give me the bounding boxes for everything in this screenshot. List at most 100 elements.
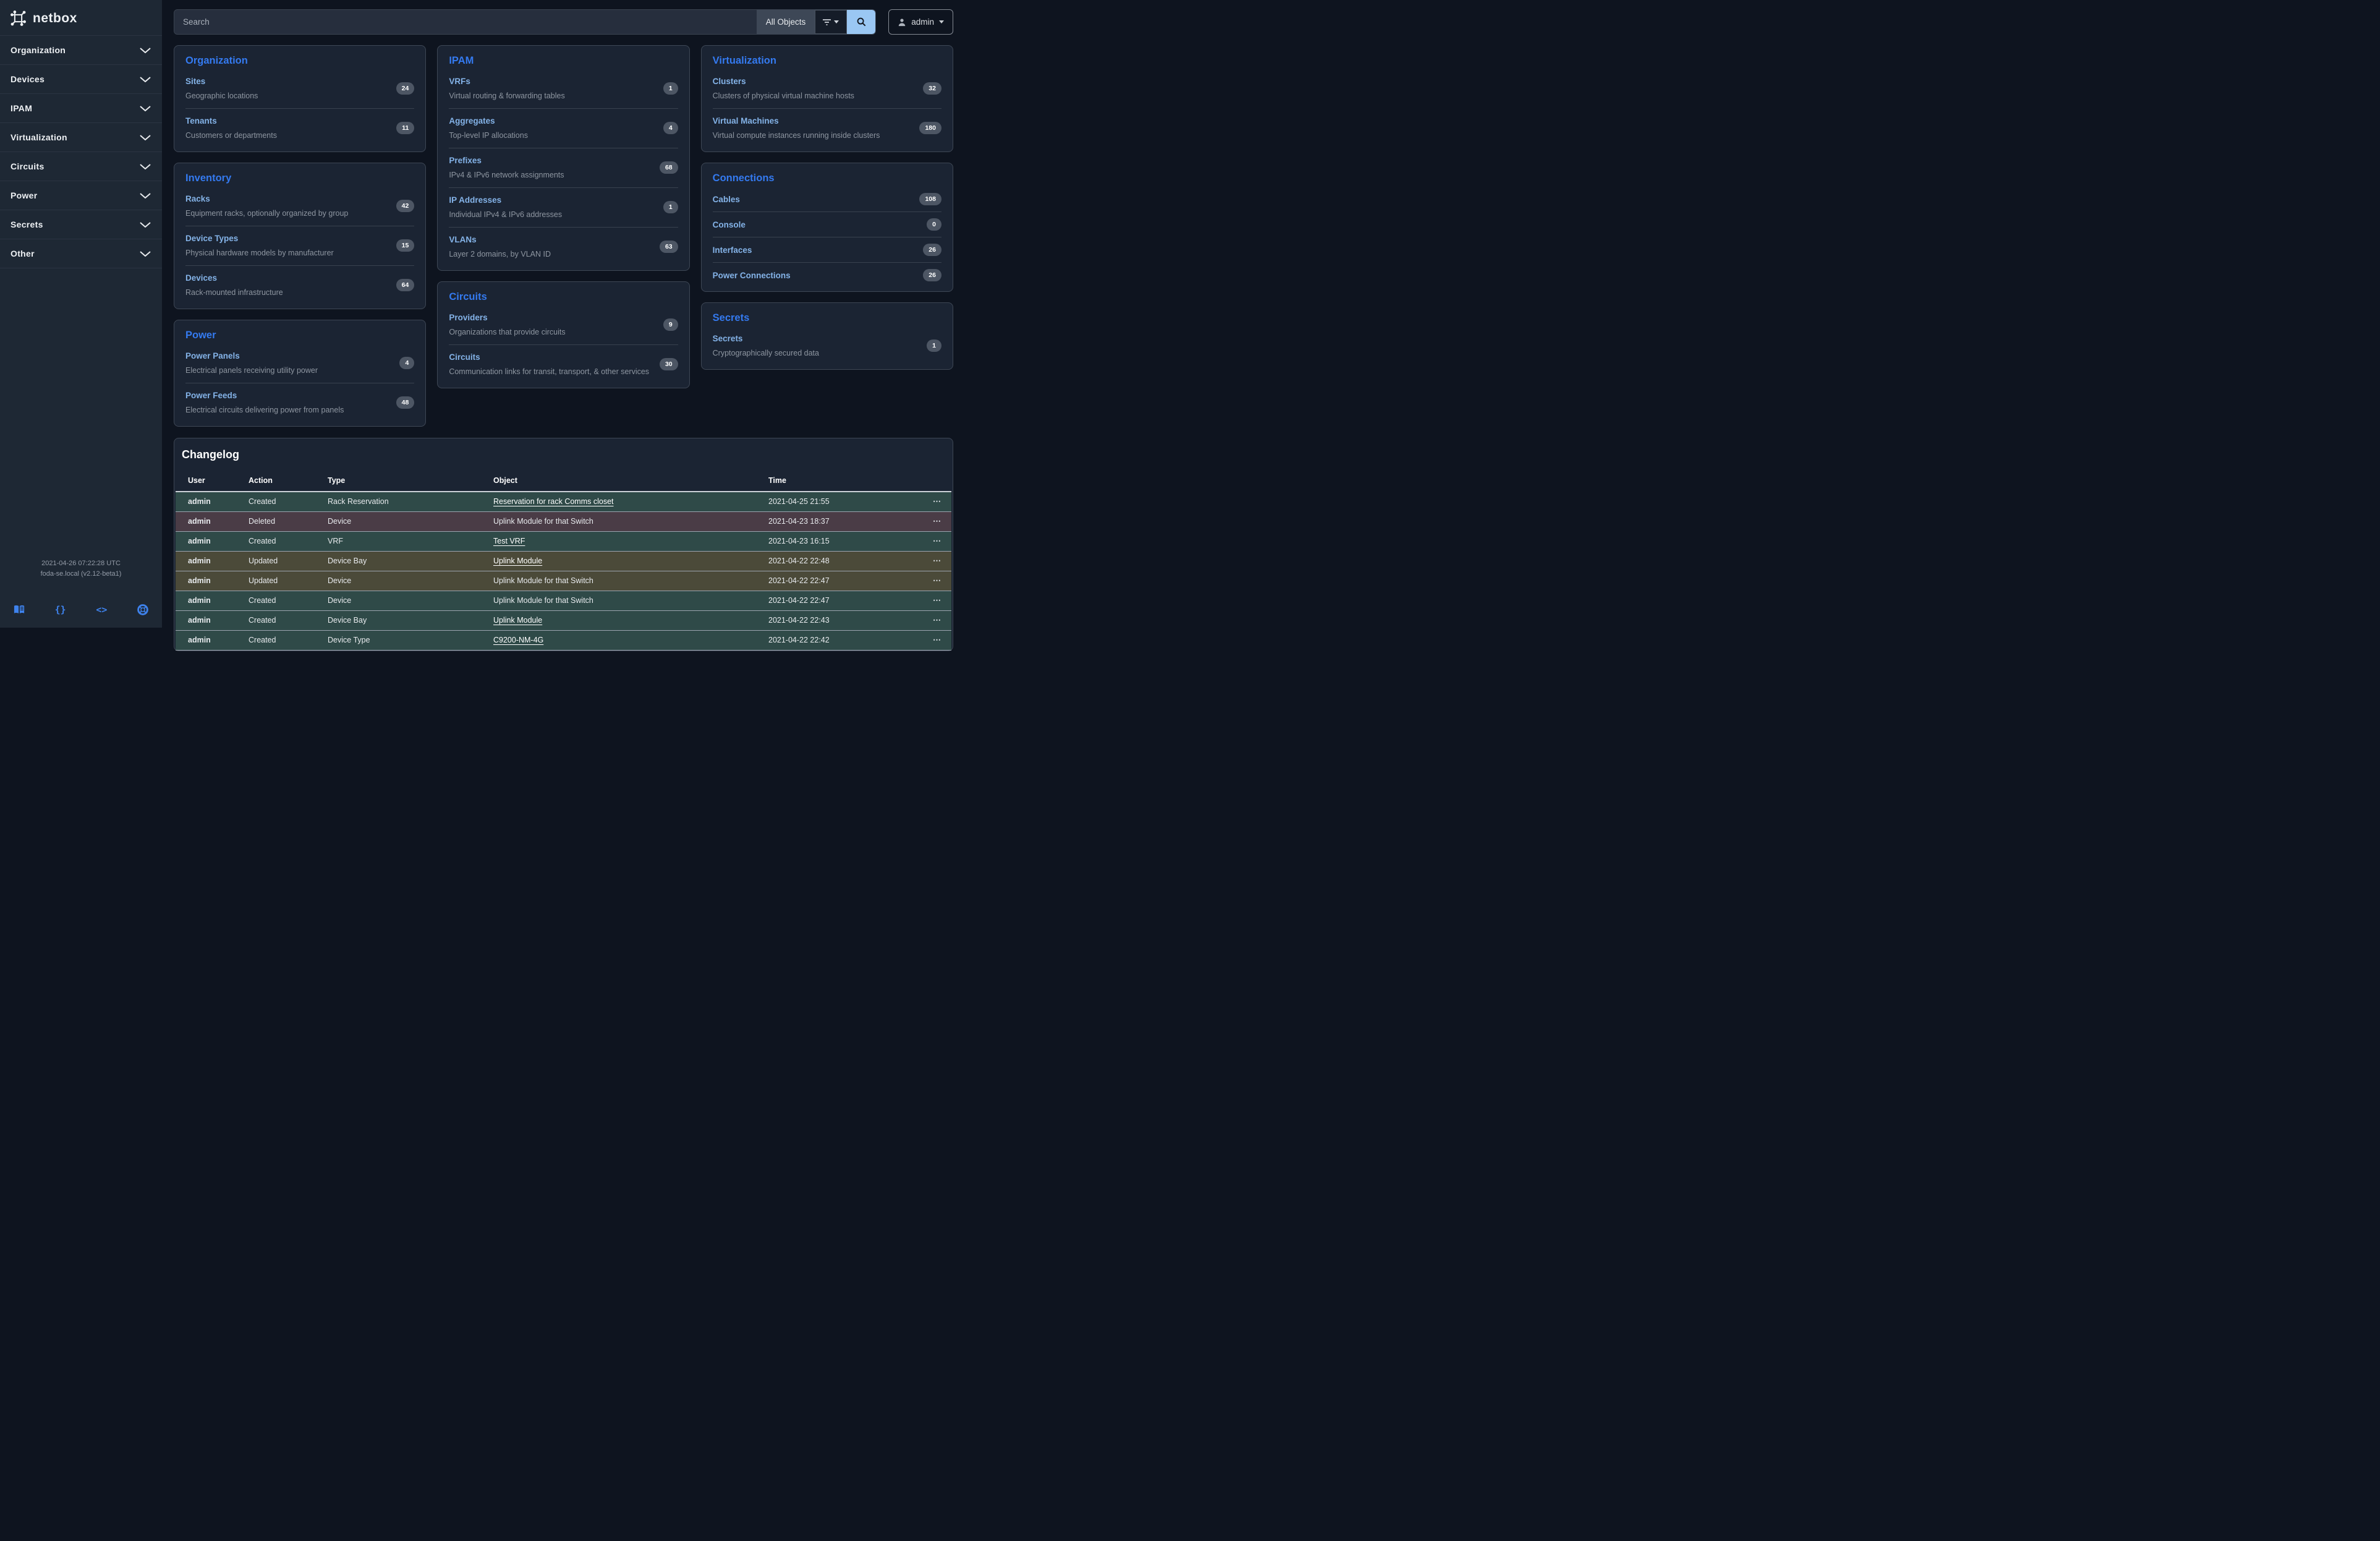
item-link[interactable]: Providers [449, 313, 487, 322]
caret-down-icon [834, 20, 839, 23]
col-header-actions [917, 471, 951, 492]
sidebar-item-ipam[interactable]: IPAM [0, 94, 162, 123]
help-lifering-icon[interactable] [137, 604, 148, 615]
item-link[interactable]: VRFs [449, 77, 470, 86]
row-menu-icon[interactable]: ⋯ [933, 615, 941, 625]
chevron-down-icon [140, 77, 151, 82]
item-link[interactable]: Sites [185, 77, 205, 86]
item-link[interactable]: VLANs [449, 235, 476, 244]
item-device-types: Device Types Physical hardware models by… [185, 226, 414, 266]
item-link[interactable]: Aggregates [449, 116, 495, 126]
object-link[interactable]: C9200-NM-4G [493, 636, 543, 644]
item-link[interactable]: Device Types [185, 234, 238, 243]
item-link[interactable]: IP Addresses [449, 195, 501, 205]
item-link[interactable]: Racks [185, 194, 210, 203]
search-button[interactable] [847, 10, 875, 34]
item-count-badge: 4 [663, 122, 678, 134]
item-link[interactable]: Interfaces [713, 245, 752, 255]
search-group: All Objects [174, 9, 876, 35]
object-link[interactable]: Reservation for rack Comms closet [493, 497, 614, 506]
item-desc: Electrical circuits delivering power fro… [185, 406, 344, 414]
row-menu-icon[interactable]: ⋯ [933, 536, 941, 545]
sidebar-nav: Organization Devices IPAM Virtualization… [0, 35, 162, 268]
item-count-badge: 26 [923, 269, 941, 281]
sidebar-item-circuits[interactable]: Circuits [0, 152, 162, 181]
card-title: Power [185, 330, 414, 341]
item-desc: Virtual compute instances running inside… [713, 131, 880, 140]
cell-type: Rack Reservation [323, 492, 488, 511]
item-link[interactable]: Devices [185, 273, 217, 283]
changelog-row: admin Updated Device Uplink Module for t… [176, 571, 951, 591]
cell-type: Device Type [323, 630, 488, 650]
item-vrfs: VRFs Virtual routing & forwarding tables… [449, 69, 678, 109]
item-count-badge: 11 [396, 122, 414, 134]
item-desc: IPv4 & IPv6 network assignments [449, 171, 564, 179]
cell-action: Created [244, 610, 323, 630]
changelog-row: admin Updated Device Bay Uplink Module 2… [176, 551, 951, 571]
item-link[interactable]: Console [713, 220, 746, 229]
item-count-badge: 26 [923, 244, 941, 256]
sidebar-item-label: Secrets [11, 220, 43, 229]
chevron-down-icon [140, 251, 151, 257]
item-link[interactable]: Power Panels [185, 351, 240, 361]
object-link[interactable]: Test VRF [493, 537, 525, 545]
row-menu-icon[interactable]: ⋯ [933, 635, 941, 644]
row-menu-icon[interactable]: ⋯ [933, 556, 941, 565]
card-organization: Organization Sites Geographic locations … [174, 45, 426, 152]
item-link[interactable]: Clusters [713, 77, 746, 86]
col-header-object: Object [488, 471, 763, 492]
brand-home-link[interactable]: netbox [0, 0, 162, 35]
object-link[interactable]: Uplink Module [493, 616, 542, 625]
caret-down-icon [939, 20, 944, 23]
sidebar-item-organization[interactable]: Organization [0, 35, 162, 65]
cell-user: admin [176, 492, 244, 511]
sidebar-item-secrets[interactable]: Secrets [0, 210, 162, 239]
docs-book-icon[interactable] [14, 605, 25, 615]
cell-user: admin [176, 571, 244, 591]
item-count-badge: 63 [660, 241, 678, 253]
item-link[interactable]: Power Connections [713, 271, 791, 280]
item-count-badge: 68 [660, 161, 678, 174]
item-ip-addresses: IP Addresses Individual IPv4 & IPv6 addr… [449, 188, 678, 228]
row-menu-icon[interactable]: ⋯ [933, 595, 941, 605]
card-title: Inventory [185, 173, 414, 184]
changelog-row: admin Created Rack Reservation Reservati… [176, 492, 951, 511]
item-link[interactable]: Cables [713, 195, 740, 204]
item-aggregates: Aggregates Top-level IP allocations 4 [449, 109, 678, 148]
user-menu-button[interactable]: admin [888, 9, 953, 35]
search-input[interactable] [174, 10, 757, 34]
card-title: IPAM [449, 55, 678, 67]
col-header-user: User [176, 471, 244, 492]
item-link[interactable]: Virtual Machines [713, 116, 779, 126]
sidebar-item-devices[interactable]: Devices [0, 65, 162, 94]
item-power-feeds: Power Feeds Electrical circuits deliveri… [185, 383, 414, 422]
item-link[interactable]: Tenants [185, 116, 217, 126]
cell-type: Device Bay [323, 551, 488, 571]
item-link[interactable]: Secrets [713, 334, 743, 343]
item-link[interactable]: Power Feeds [185, 391, 237, 400]
code-icon[interactable]: <> [96, 604, 107, 615]
item-count-badge: 1 [663, 201, 678, 213]
sidebar-item-other[interactable]: Other [0, 239, 162, 268]
row-menu-icon[interactable]: ⋯ [933, 576, 941, 585]
row-menu-icon[interactable]: ⋯ [933, 497, 941, 506]
cell-time: 2021-04-23 16:15 [763, 531, 917, 551]
api-braces-icon[interactable]: {} [55, 604, 66, 615]
item-count-badge: 32 [923, 82, 941, 95]
object-link[interactable]: Uplink Module [493, 557, 542, 565]
cell-user: admin [176, 610, 244, 630]
item-link[interactable]: Prefixes [449, 156, 482, 165]
item-link[interactable]: Circuits [449, 352, 480, 362]
item-count-badge: 64 [396, 279, 415, 291]
sidebar-item-power[interactable]: Power [0, 181, 162, 210]
sidebar-item-virtualization[interactable]: Virtualization [0, 123, 162, 152]
item-power-connections: Power Connections 26 [713, 263, 941, 288]
cell-time: 2021-04-22 22:47 [763, 591, 917, 610]
sidebar-item-label: Power [11, 190, 38, 200]
row-menu-icon[interactable]: ⋯ [933, 516, 941, 526]
footer-host: foda-se.local (v2.12-beta1) [6, 569, 156, 579]
changelog-title: Changelog [182, 448, 945, 461]
filter-dropdown-button[interactable] [815, 10, 847, 34]
cell-time: 2021-04-22 22:48 [763, 551, 917, 571]
item-console: Console 0 [713, 212, 941, 237]
